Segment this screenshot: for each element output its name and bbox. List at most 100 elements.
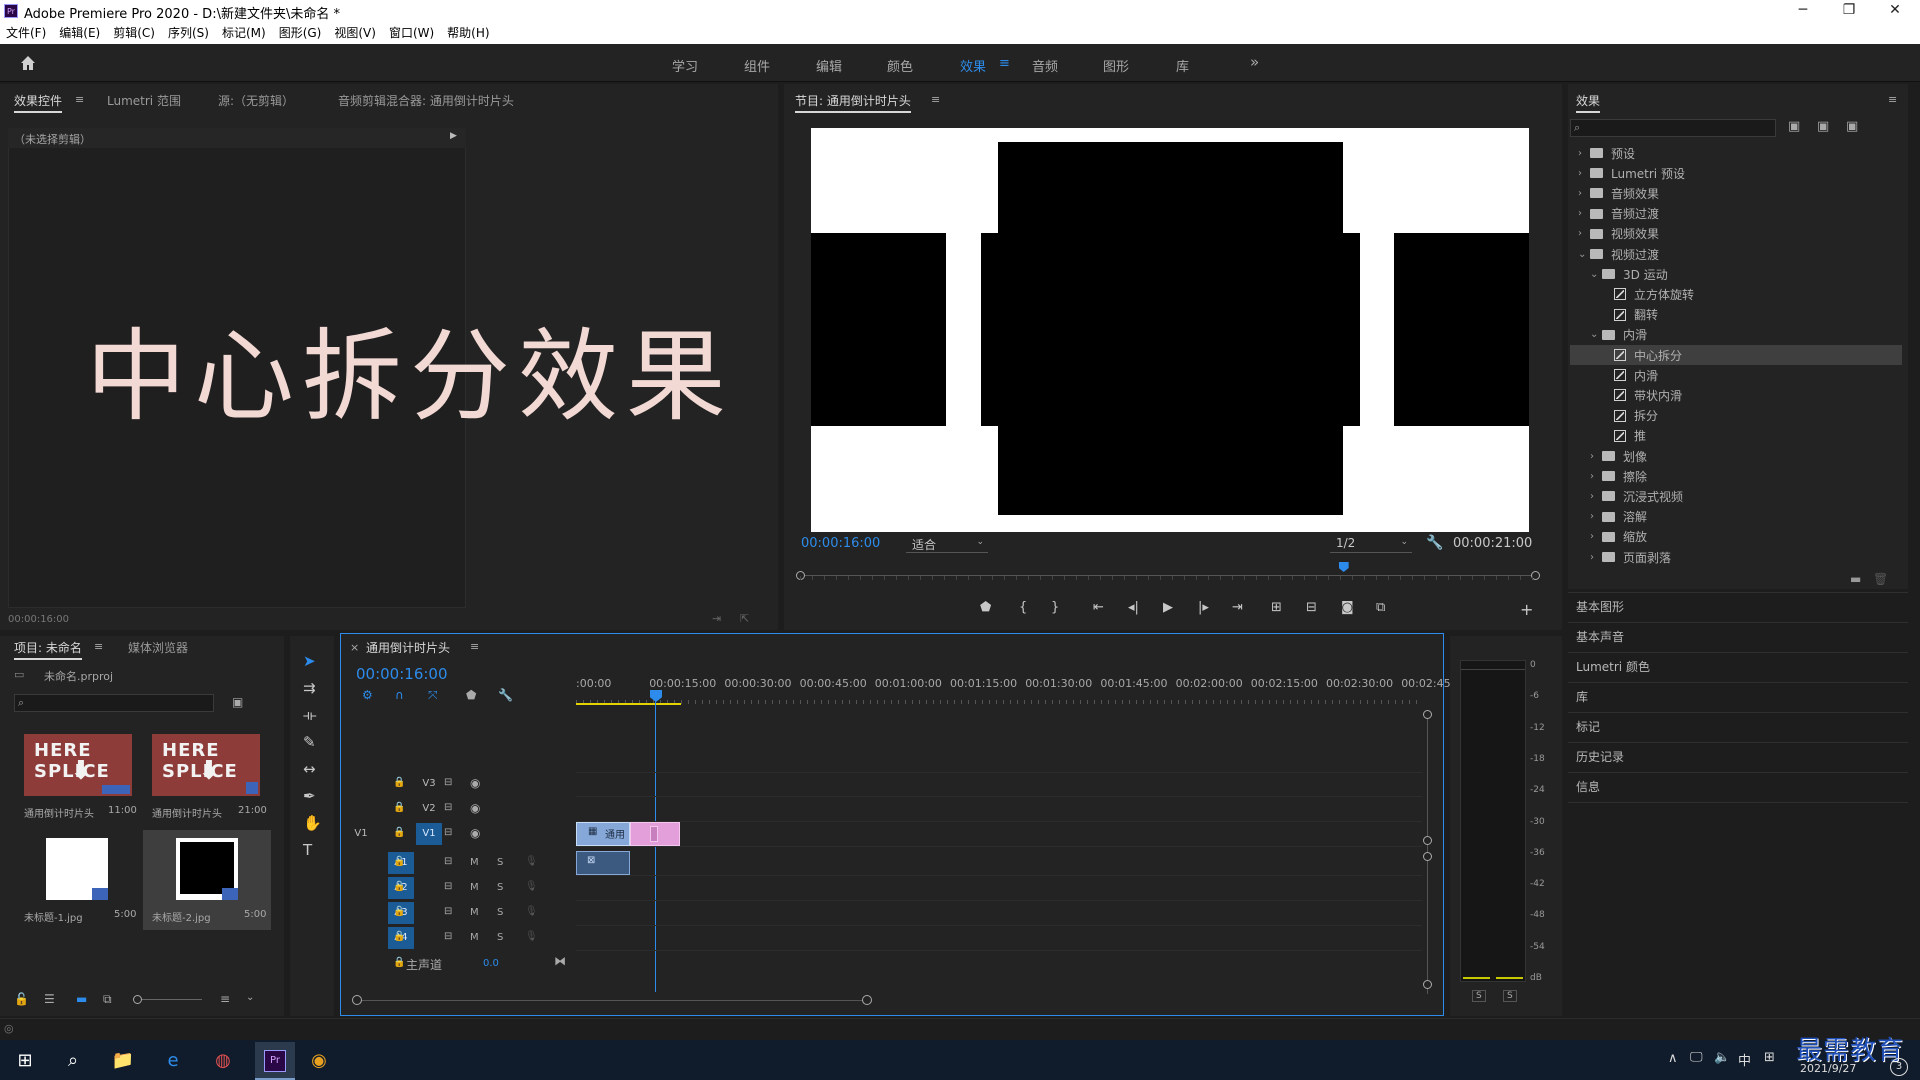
effect-controls-menu-icon[interactable]: ≡ — [75, 93, 84, 106]
track-sync-lock-icon[interactable]: ⊟ — [444, 777, 452, 788]
effects-tree-folder[interactable]: › 溶解 — [1570, 507, 1902, 527]
export-icon[interactable]: ⇱ — [740, 612, 749, 625]
track-solo-button[interactable]: S — [497, 932, 503, 943]
track-sync-lock-icon[interactable]: ⊟ — [444, 802, 452, 813]
solo-left-button[interactable]: S — [1472, 990, 1486, 1002]
pen-tool-icon[interactable]: ✒ — [303, 787, 316, 805]
chevron-right-icon[interactable]: › — [1578, 208, 1590, 219]
tab-audio-clip-mixer[interactable]: 音频剪辑混合器: 通用倒计时片头 — [338, 92, 514, 109]
snap-magnet-icon[interactable]: ∩ — [395, 688, 404, 702]
export-frame-camera-icon[interactable]: ◙ — [1341, 600, 1354, 615]
accelerated-effects-icon[interactable]: ▣ — [1788, 119, 1800, 134]
track-lock-icon[interactable]: 🔒 — [393, 802, 405, 813]
menu-sequence[interactable]: 序列(S) — [168, 22, 209, 44]
effects-tree-folder[interactable]: ⌄ 3D 运动 — [1570, 264, 1902, 284]
chevron-right-icon[interactable]: › — [1578, 228, 1590, 239]
icon-view-icon[interactable]: ▬ — [76, 992, 87, 1006]
lock-icon[interactable]: 🔓 — [14, 992, 29, 1006]
type-tool-icon[interactable]: T — [303, 841, 312, 859]
home-icon[interactable] — [18, 53, 38, 73]
solo-right-button[interactable]: S — [1503, 990, 1517, 1002]
video-track-target-v2[interactable]: V2 — [416, 798, 442, 820]
playhead-only-icon[interactable]: ⇥ — [712, 612, 721, 625]
play-icon[interactable]: ▶ — [1163, 600, 1173, 615]
search-icon[interactable]: ⌕ — [60, 1048, 86, 1074]
chevron-right-icon[interactable]: › — [1578, 168, 1590, 179]
list-view-icon[interactable]: ☰ — [44, 992, 55, 1006]
volume-icon[interactable]: 🔈 — [1714, 1050, 1730, 1065]
workspace-tab-libraries[interactable]: 库 — [1176, 56, 1189, 75]
chevron-right-icon[interactable]: › — [1590, 471, 1602, 482]
add-marker-icon[interactable]: ⬟ — [980, 600, 991, 615]
effects-tree-effect[interactable]: 推 — [1570, 426, 1902, 446]
chevron-right-icon[interactable]: › — [1590, 511, 1602, 522]
freeform-view-icon[interactable]: ⧉ — [103, 992, 112, 1007]
track-lock-icon[interactable]: 🔒 — [393, 881, 405, 892]
track-solo-button[interactable]: S — [497, 857, 503, 868]
timeline-settings-wrench-icon[interactable]: 🔧 — [498, 688, 513, 702]
video-track-target-v3[interactable]: V3 — [416, 773, 442, 795]
track-visibility-eye-icon[interactable]: ◉ — [470, 801, 480, 815]
panel-lumetri-color[interactable]: Lumetri 颜色 — [1576, 658, 1650, 675]
close-button[interactable]: ✕ — [1880, 2, 1910, 18]
chevron-down-icon[interactable]: ⌄ — [246, 992, 254, 1003]
taskbar-premiere-active[interactable]: Pr — [255, 1042, 295, 1080]
effects-tree-effect[interactable]: 翻转 — [1570, 305, 1902, 325]
effects-tree-folder[interactable]: › 擦除 — [1570, 466, 1902, 486]
minimize-button[interactable]: ─ — [1788, 2, 1818, 18]
panel-essential-sound[interactable]: 基本声音 — [1576, 628, 1624, 645]
menu-file[interactable]: 文件(F) — [6, 22, 46, 44]
transition-marker[interactable] — [650, 826, 658, 842]
resolution-dropdown[interactable]: 1/2 ⌄ — [1330, 533, 1412, 553]
tab-lumetri-scopes[interactable]: Lumetri 范围 — [107, 92, 181, 109]
program-playhead[interactable] — [1338, 562, 1349, 572]
voice-over-record-icon[interactable]: 🎙 — [525, 856, 538, 867]
ime-indicator[interactable]: 中 — [1738, 1050, 1751, 1069]
effects-search-input[interactable]: ⌕ — [1570, 119, 1776, 137]
sequence-tab[interactable]: 通用倒计时片头 — [366, 639, 450, 656]
tray-expand-icon[interactable]: ∧ — [1668, 1051, 1678, 1066]
track-lock-icon[interactable]: 🔒 — [393, 906, 405, 917]
menu-window[interactable]: 窗口(W) — [389, 22, 434, 44]
insert-nest-icon[interactable]: ⚙ — [362, 688, 373, 702]
tab-project[interactable]: 项目: 未命名 — [14, 639, 82, 660]
tab-effect-controls[interactable]: 效果控件 — [14, 92, 63, 113]
ripple-edit-tool-icon[interactable]: ⟛ — [303, 706, 317, 724]
tab-media-browser[interactable]: 媒体浏览器 — [128, 639, 188, 656]
menu-graphics[interactable]: 图形(G) — [279, 22, 322, 44]
panel-info[interactable]: 信息 — [1576, 778, 1600, 795]
track-mute-button[interactable]: M — [470, 857, 479, 868]
project-item-thumbnail[interactable] — [46, 838, 108, 900]
mark-in-icon[interactable]: { — [1019, 600, 1027, 615]
workspace-tab-learn[interactable]: 学习 — [672, 56, 698, 75]
menu-edit[interactable]: 编辑(E) — [59, 22, 100, 44]
track-lock-icon[interactable]: 🔒 — [393, 827, 405, 838]
notification-center-icon[interactable]: 3 — [1890, 1058, 1908, 1076]
network-icon[interactable]: 🖵 — [1690, 1050, 1703, 1065]
menu-view[interactable]: 视图(V) — [334, 22, 376, 44]
project-item-thumbnail[interactable]: HERE SPLICE ⬇ — [24, 734, 132, 796]
workspace-tab-graphics[interactable]: 图形 — [1103, 56, 1129, 75]
effects-tree-folder[interactable]: › 沉浸式视频 — [1570, 486, 1902, 506]
workspace-tab-editing[interactable]: 编辑 — [816, 56, 842, 75]
edge-browser-icon[interactable]: e — [160, 1048, 186, 1074]
program-monitor-title[interactable]: 节目: 通用倒计时片头 — [795, 92, 911, 113]
effects-tree-effect[interactable]: 拆分 — [1570, 406, 1902, 426]
step-back-icon[interactable]: ◂| — [1128, 600, 1139, 615]
workspace-tab-color[interactable]: 颜色 — [887, 56, 913, 75]
audio-clip[interactable]: ⊠ — [576, 851, 630, 875]
chrome-browser-icon[interactable]: ◉ — [306, 1048, 332, 1074]
work-area-bar[interactable] — [576, 703, 681, 705]
go-to-in-icon[interactable]: ⇤ — [1093, 600, 1104, 615]
track-sync-lock-icon[interactable]: ⊟ — [444, 827, 452, 838]
effects-tree-folder[interactable]: › 音频过渡 — [1570, 204, 1902, 224]
track-scrollbar[interactable] — [1422, 710, 1434, 1000]
project-item-thumbnail[interactable] — [176, 838, 238, 900]
timeline-horizontal-scrollbar[interactable] — [352, 995, 872, 1007]
workspace-menu-icon[interactable]: ≡ — [999, 56, 1010, 71]
effects-panel-title[interactable]: 效果 — [1576, 92, 1601, 113]
close-sequence-icon[interactable]: × — [350, 641, 359, 654]
windows-start-icon[interactable]: ⊞ — [12, 1048, 38, 1074]
panel-essential-graphics[interactable]: 基本图形 — [1576, 598, 1624, 615]
effects-tree-folder[interactable]: › 音频效果 — [1570, 183, 1902, 203]
